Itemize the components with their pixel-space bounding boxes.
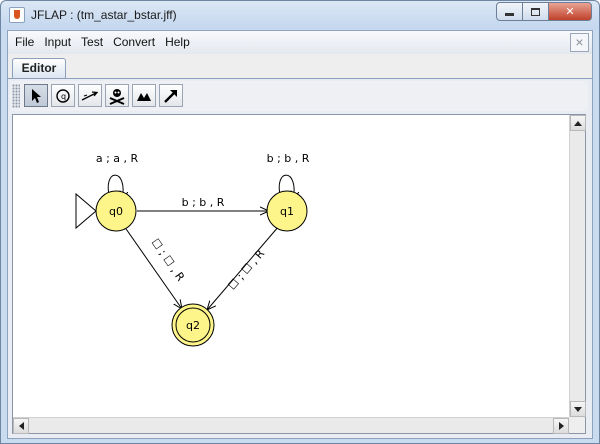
arrow-down-icon [574, 406, 582, 412]
maximize-button[interactable] [522, 2, 549, 21]
state-label-q1: q1 [280, 205, 294, 218]
menu-convert[interactable]: Convert [108, 31, 160, 54]
scroll-up-button[interactable] [570, 115, 586, 131]
attribute-editor-tool[interactable] [24, 84, 48, 107]
vertical-scrollbar[interactable] [569, 115, 586, 417]
svg-text:q: q [61, 92, 66, 101]
transition-label-q1-q1: b ; b , R [267, 152, 310, 165]
state-creator-icon: q [56, 88, 70, 103]
arrow-left-icon [18, 422, 24, 430]
initial-state-marker [75, 192, 97, 230]
redo-tool[interactable] [159, 84, 183, 107]
undo-icon [137, 92, 151, 101]
java-cup-icon [9, 7, 25, 23]
horizontal-scrollbar[interactable] [13, 417, 569, 434]
automaton-canvas-scrollpane: a ; a , R b ; b , R b ; b , R ☐ ; ☐ , R [12, 114, 586, 434]
scroll-right-button[interactable] [553, 418, 569, 434]
menu-file[interactable]: File [10, 31, 39, 54]
maximize-icon [531, 7, 540, 16]
transition-creator-tool[interactable] [78, 84, 102, 107]
state-q0[interactable]: q0 [95, 190, 137, 232]
transition-creator-icon [81, 90, 99, 101]
redo-icon [164, 89, 177, 103]
close-button[interactable]: ✕ [548, 2, 592, 21]
editor-panel: q a ; a , R b ; b , R b ; b , R ☐ ; ☐ , … [8, 78, 592, 438]
deleter-tool[interactable] [105, 84, 129, 107]
deleter-icon [109, 88, 125, 105]
state-creator-tool[interactable]: q [51, 84, 75, 107]
window-title: JFLAP : (tm_astar_bstar.jff) [31, 8, 177, 22]
arrow-right-icon [558, 422, 564, 430]
close-icon: ✕ [565, 6, 575, 18]
scroll-down-button[interactable] [570, 401, 586, 417]
scroll-corner [569, 417, 585, 433]
editor-toolbar: q [10, 81, 588, 111]
undo-tool[interactable] [132, 84, 156, 107]
toolbar-grip[interactable] [12, 84, 20, 108]
menu-test[interactable]: Test [76, 31, 108, 54]
automaton-canvas[interactable]: a ; a , R b ; b , R b ; b , R ☐ ; ☐ , R [13, 115, 569, 417]
transition-label-q0-q0: a ; a , R [96, 152, 139, 165]
transition-label-q1-q2: ☐ ; ☐ , R [226, 247, 268, 292]
minimize-icon [505, 13, 514, 16]
tab-editor[interactable]: Editor [12, 58, 66, 78]
state-q2[interactable]: q2 [171, 303, 215, 347]
state-label-q2: q2 [186, 319, 200, 332]
arrow-up-icon [574, 120, 582, 126]
menu-input[interactable]: Input [39, 31, 76, 54]
state-q1[interactable]: q1 [266, 190, 308, 232]
attribute-editor-icon [32, 88, 41, 103]
menu-bar: File Input Test Convert Help × [8, 31, 592, 54]
state-label-q0: q0 [109, 205, 123, 218]
tab-container: Editor q a ; a , R b ; b , R b ; b , R ☐… [8, 54, 592, 438]
minimize-button[interactable] [496, 2, 523, 21]
scroll-left-button[interactable] [13, 418, 29, 434]
dismiss-tab-button[interactable]: × [570, 33, 589, 52]
title-bar[interactable]: JFLAP : (tm_astar_bstar.jff) ✕ [1, 1, 599, 29]
transition-label-q0-q2: ☐ ; ☐ , R [149, 236, 188, 284]
automaton-diagram: a ; a , R b ; b , R b ; b , R ☐ ; ☐ , R [75, 152, 310, 347]
transition-label-q0-q1: b ; b , R [182, 196, 225, 209]
main-frame: File Input Test Convert Help × Editor q … [7, 30, 593, 439]
menu-help[interactable]: Help [160, 31, 195, 54]
app-window: JFLAP : (tm_astar_bstar.jff) ✕ File Inpu… [0, 0, 600, 444]
